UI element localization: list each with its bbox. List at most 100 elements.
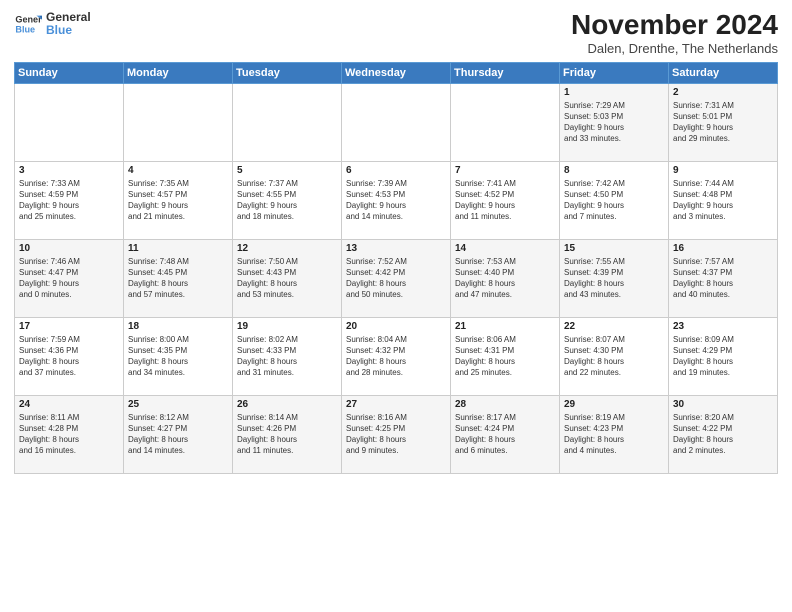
calendar-cell: 18 Sunrise: 8:00 AM Sunset: 4:35 PM Dayli…	[124, 317, 233, 395]
day-number: 9	[673, 165, 773, 176]
calendar-cell: 23Sunrise: 8:09 AM Sunset: 4:29 PM Dayli…	[669, 317, 778, 395]
calendar-cell: 26Sunrise: 8:14 AM Sunset: 4:26 PM Dayli…	[233, 395, 342, 473]
day-info: Sunrise: 7:59 AM Sunset: 4:36 PM Dayligh…	[19, 334, 119, 379]
calendar-cell: 4 Sunrise: 7:35 AM Sunset: 4:57 PM Daylig…	[124, 161, 233, 239]
day-info: Sunrise: 8:12 AM Sunset: 4:27 PM Dayligh…	[128, 412, 228, 457]
day-number: 10	[19, 243, 119, 254]
day-number: 11	[128, 243, 228, 254]
day-number: 22	[564, 321, 664, 332]
calendar-cell: 15Sunrise: 7:55 AM Sunset: 4:39 PM Dayli…	[560, 239, 669, 317]
day-info: Sunrise: 7:35 AM Sunset: 4:57 PM Dayligh…	[128, 178, 228, 223]
calendar-cell: 10 Sunrise: 7:46 AM Sunset: 4:47 PM Dayli…	[15, 239, 124, 317]
day-info: Sunrise: 7:53 AM Sunset: 4:40 PM Dayligh…	[455, 256, 555, 301]
day-info: Sunrise: 7:57 AM Sunset: 4:37 PM Dayligh…	[673, 256, 773, 301]
calendar-cell: 8Sunrise: 7:42 AM Sunset: 4:50 PM Daylig…	[560, 161, 669, 239]
day-number: 7	[455, 165, 555, 176]
day-info: Sunrise: 8:11 AM Sunset: 4:28 PM Dayligh…	[19, 412, 119, 457]
calendar-cell: 7 Sunrise: 7:41 AM Sunset: 4:52 PM Daylig…	[451, 161, 560, 239]
calendar-cell: 9 Sunrise: 7:44 AM Sunset: 4:48 PM Daylig…	[669, 161, 778, 239]
day-number: 1	[564, 87, 664, 98]
day-info: Sunrise: 7:37 AM Sunset: 4:55 PM Dayligh…	[237, 178, 337, 223]
header: General Blue General Blue November 2024 …	[14, 10, 778, 56]
day-number: 21	[455, 321, 555, 332]
calendar-week-3: 10 Sunrise: 7:46 AM Sunset: 4:47 PM Dayli…	[15, 239, 778, 317]
calendar-cell	[15, 83, 124, 161]
day-info: Sunrise: 7:48 AM Sunset: 4:45 PM Dayligh…	[128, 256, 228, 301]
logo-icon: General Blue	[14, 10, 42, 38]
col-monday: Monday	[124, 62, 233, 83]
col-friday: Friday	[560, 62, 669, 83]
col-thursday: Thursday	[451, 62, 560, 83]
day-info: Sunrise: 7:50 AM Sunset: 4:43 PM Dayligh…	[237, 256, 337, 301]
calendar-week-2: 3 Sunrise: 7:33 AM Sunset: 4:59 PM Daylig…	[15, 161, 778, 239]
calendar-cell: 5 Sunrise: 7:37 AM Sunset: 4:55 PM Daylig…	[233, 161, 342, 239]
day-info: Sunrise: 7:46 AM Sunset: 4:47 PM Dayligh…	[19, 256, 119, 301]
col-tuesday: Tuesday	[233, 62, 342, 83]
calendar-cell	[451, 83, 560, 161]
day-number: 4	[128, 165, 228, 176]
calendar-week-1: 1 Sunrise: 7:29 AM Sunset: 5:03 PM Daylig…	[15, 83, 778, 161]
calendar-cell	[124, 83, 233, 161]
day-number: 16	[673, 243, 773, 254]
col-sunday: Sunday	[15, 62, 124, 83]
title-block: November 2024 Dalen, Drenthe, The Nether…	[571, 10, 778, 56]
day-number: 19	[237, 321, 337, 332]
day-info: Sunrise: 7:44 AM Sunset: 4:48 PM Dayligh…	[673, 178, 773, 223]
calendar-cell: 24 Sunrise: 8:11 AM Sunset: 4:28 PM Dayli…	[15, 395, 124, 473]
day-number: 2	[673, 87, 773, 98]
day-number: 30	[673, 399, 773, 410]
calendar-cell: 6 Sunrise: 7:39 AM Sunset: 4:53 PM Daylig…	[342, 161, 451, 239]
calendar-cell	[342, 83, 451, 161]
day-number: 17	[19, 321, 119, 332]
calendar-cell: 22Sunrise: 8:07 AM Sunset: 4:30 PM Dayli…	[560, 317, 669, 395]
calendar-cell: 21 Sunrise: 8:06 AM Sunset: 4:31 PM Dayli…	[451, 317, 560, 395]
calendar-cell: 27 Sunrise: 8:16 AM Sunset: 4:25 PM Dayli…	[342, 395, 451, 473]
subtitle: Dalen, Drenthe, The Netherlands	[571, 41, 778, 56]
col-wednesday: Wednesday	[342, 62, 451, 83]
day-info: Sunrise: 7:29 AM Sunset: 5:03 PM Dayligh…	[564, 100, 664, 145]
day-info: Sunrise: 8:14 AM Sunset: 4:26 PM Dayligh…	[237, 412, 337, 457]
day-number: 18	[128, 321, 228, 332]
calendar-cell: 2 Sunrise: 7:31 AM Sunset: 5:01 PM Daylig…	[669, 83, 778, 161]
calendar-cell: 1 Sunrise: 7:29 AM Sunset: 5:03 PM Daylig…	[560, 83, 669, 161]
logo-text-blue: Blue	[46, 24, 91, 37]
day-info: Sunrise: 7:55 AM Sunset: 4:39 PM Dayligh…	[564, 256, 664, 301]
calendar-cell: 13 Sunrise: 7:52 AM Sunset: 4:42 PM Dayli…	[342, 239, 451, 317]
day-number: 20	[346, 321, 446, 332]
main-title: November 2024	[571, 10, 778, 41]
day-info: Sunrise: 8:20 AM Sunset: 4:22 PM Dayligh…	[673, 412, 773, 457]
day-info: Sunrise: 7:33 AM Sunset: 4:59 PM Dayligh…	[19, 178, 119, 223]
day-number: 24	[19, 399, 119, 410]
day-info: Sunrise: 8:00 AM Sunset: 4:35 PM Dayligh…	[128, 334, 228, 379]
calendar-cell: 12Sunrise: 7:50 AM Sunset: 4:43 PM Dayli…	[233, 239, 342, 317]
calendar-cell: 30 Sunrise: 8:20 AM Sunset: 4:22 PM Dayli…	[669, 395, 778, 473]
calendar-cell: 3 Sunrise: 7:33 AM Sunset: 4:59 PM Daylig…	[15, 161, 124, 239]
page: General Blue General Blue November 2024 …	[0, 0, 792, 612]
day-number: 28	[455, 399, 555, 410]
calendar-cell: 25Sunrise: 8:12 AM Sunset: 4:27 PM Dayli…	[124, 395, 233, 473]
day-info: Sunrise: 7:39 AM Sunset: 4:53 PM Dayligh…	[346, 178, 446, 223]
day-number: 8	[564, 165, 664, 176]
day-number: 3	[19, 165, 119, 176]
calendar-cell: 11 Sunrise: 7:48 AM Sunset: 4:45 PM Dayli…	[124, 239, 233, 317]
calendar-cell	[233, 83, 342, 161]
header-row: Sunday Monday Tuesday Wednesday Thursday…	[15, 62, 778, 83]
day-info: Sunrise: 7:52 AM Sunset: 4:42 PM Dayligh…	[346, 256, 446, 301]
day-number: 27	[346, 399, 446, 410]
day-info: Sunrise: 8:16 AM Sunset: 4:25 PM Dayligh…	[346, 412, 446, 457]
day-info: Sunrise: 8:04 AM Sunset: 4:32 PM Dayligh…	[346, 334, 446, 379]
day-info: Sunrise: 8:06 AM Sunset: 4:31 PM Dayligh…	[455, 334, 555, 379]
calendar-cell: 29Sunrise: 8:19 AM Sunset: 4:23 PM Dayli…	[560, 395, 669, 473]
day-info: Sunrise: 8:09 AM Sunset: 4:29 PM Dayligh…	[673, 334, 773, 379]
day-number: 14	[455, 243, 555, 254]
day-info: Sunrise: 7:41 AM Sunset: 4:52 PM Dayligh…	[455, 178, 555, 223]
day-number: 13	[346, 243, 446, 254]
logo: General Blue General Blue	[14, 10, 91, 38]
calendar-cell: 19Sunrise: 8:02 AM Sunset: 4:33 PM Dayli…	[233, 317, 342, 395]
day-number: 5	[237, 165, 337, 176]
day-number: 6	[346, 165, 446, 176]
calendar-cell: 17 Sunrise: 7:59 AM Sunset: 4:36 PM Dayli…	[15, 317, 124, 395]
svg-text:Blue: Blue	[15, 24, 35, 34]
day-info: Sunrise: 7:31 AM Sunset: 5:01 PM Dayligh…	[673, 100, 773, 145]
calendar-table: Sunday Monday Tuesday Wednesday Thursday…	[14, 62, 778, 474]
